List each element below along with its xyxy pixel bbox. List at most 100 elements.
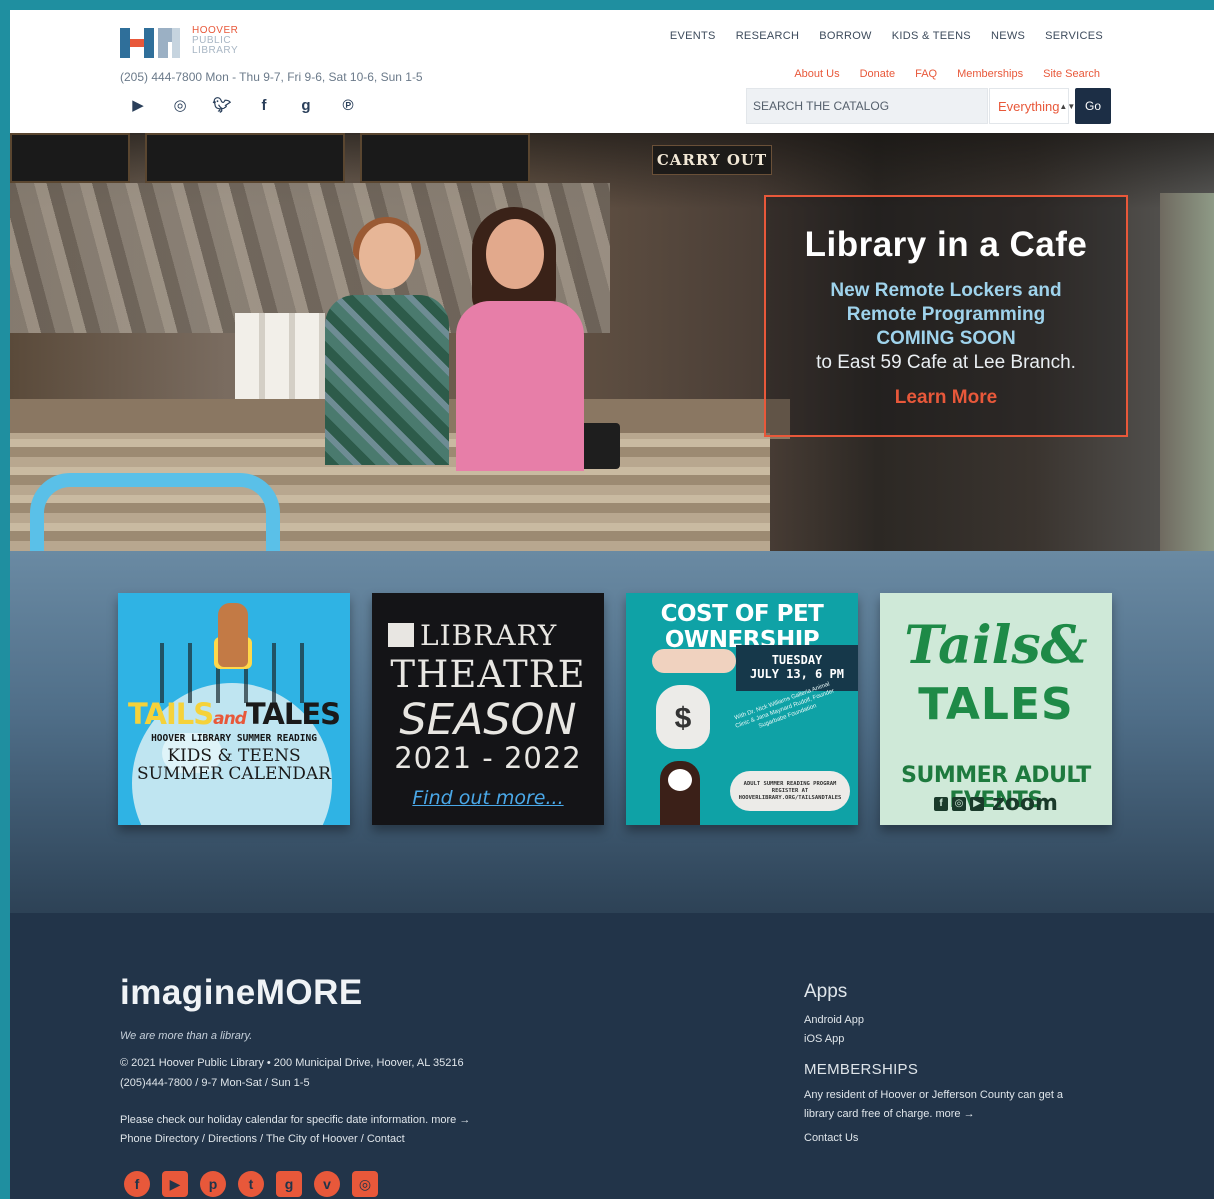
nav-research[interactable]: RESEARCH: [736, 30, 800, 42]
promo4-tails: Tails&: [904, 615, 1088, 676]
footer-phone-hours: (205)444-7800 / 9-7 Mon-Sat / Sun 1-5: [120, 1077, 310, 1089]
promo3-bone-line: REGISTER AT: [771, 788, 809, 794]
memberships-heading: MEMBERSHIPS: [804, 1061, 919, 1078]
catalog-search-input[interactable]: [746, 88, 988, 124]
logo-mark: [120, 28, 186, 58]
footer-social-links: f ▶ p t g v ◎: [124, 1171, 378, 1197]
promo-tails-and-tales-kids[interactable]: TAILSandTALES HOOVER LIBRARY SUMMER READ…: [118, 593, 350, 825]
nav-news[interactable]: NEWS: [991, 30, 1025, 42]
nav-faq[interactable]: FAQ: [915, 68, 937, 80]
site-logo[interactable]: HOOVER PUBLIC LIBRARY: [120, 24, 240, 62]
site-header: HOOVER PUBLIC LIBRARY (205) 444-7800 Mon…: [10, 10, 1214, 133]
promo2-find-out-more: Find out more...: [412, 787, 564, 809]
twitter-icon[interactable]: t: [238, 1171, 264, 1197]
pinterest-icon[interactable]: ℗: [338, 96, 358, 114]
goodreads-icon[interactable]: g: [276, 1171, 302, 1197]
theatre-logo-icon: [388, 623, 414, 647]
android-app-link[interactable]: Android App: [804, 1014, 864, 1026]
nav-events[interactable]: EVENTS: [670, 30, 716, 42]
hero-line: COMING SOON: [876, 328, 1016, 349]
menu-board: [360, 133, 530, 183]
twitter-icon[interactable]: 🐦︎: [212, 96, 232, 114]
menu-board: [10, 133, 130, 183]
promo1-headline: TAILSandTALES: [126, 699, 342, 734]
bear-illustration: [218, 603, 248, 667]
librarian-photo-2: [450, 207, 584, 533]
search-go-button[interactable]: Go: [1075, 88, 1111, 124]
hero-callout: Library in a Cafe New Remote Lockers and…: [764, 195, 1128, 437]
promo3-day: TUESDAY: [771, 653, 823, 667]
instagram-icon: ◎: [952, 796, 967, 811]
vimeo-icon[interactable]: v: [314, 1171, 340, 1197]
footer-copyright: © 2021 Hoover Public Library • 200 Munic…: [120, 1057, 464, 1069]
instagram-icon[interactable]: ◎: [170, 96, 190, 114]
promo1-word: and: [213, 709, 247, 729]
ios-app-link[interactable]: iOS App: [804, 1033, 844, 1045]
footer-brand: imagineMORE: [120, 973, 363, 1012]
memberships-text[interactable]: Any resident of Hoover or Jefferson Coun…: [804, 1086, 1094, 1124]
city-of-hoover-link[interactable]: The City of Hoover: [266, 1133, 358, 1145]
librarian-photo-1: [325, 217, 449, 523]
search-scope-select[interactable]: Everything ▲▼: [989, 88, 1075, 124]
youtube-icon[interactable]: ▶: [162, 1171, 188, 1197]
logo-sub-library: LIBRARY: [192, 45, 239, 56]
search-scope-value: Everything: [998, 98, 1060, 114]
facebook-icon[interactable]: f: [124, 1171, 150, 1197]
learn-more-link[interactable]: Learn More: [895, 387, 997, 409]
instagram-icon[interactable]: ◎: [352, 1171, 378, 1197]
money-bag-icon: $: [656, 685, 710, 749]
utility-nav: About Us Donate FAQ Memberships Site Sea…: [794, 68, 1100, 80]
nav-kids-teens[interactable]: KIDS & TEENS: [892, 30, 971, 42]
select-arrows-icon: ▲▼: [1059, 101, 1076, 111]
contact-us-link[interactable]: Contact Us: [804, 1132, 858, 1144]
promo-tails-and-tales-adult[interactable]: Tails& TALES SUMMER ADULT EVENTS f ◎ ▶ z…: [880, 593, 1112, 825]
promo1-calendar-text: KIDS & TEENS SUMMER CALENDAR: [118, 747, 350, 783]
cup-stack: [235, 313, 325, 403]
promo2-line: LIBRARY: [388, 619, 598, 652]
main-nav: EVENTS RESEARCH BORROW KIDS & TEENS NEWS…: [670, 30, 1103, 42]
apps-list: Android App iOS App: [804, 1011, 864, 1049]
site-footer: imagineMORE We are more than a library. …: [10, 913, 1214, 1199]
hero-description: New Remote Lockers and Remote Programmin…: [766, 279, 1126, 375]
apps-heading: Apps: [804, 981, 848, 1002]
promo-cost-of-pet-ownership[interactable]: COST OF PET OWNERSHIP TUESDAY JULY 13, 6…: [626, 593, 858, 825]
hero-title: Library in a Cafe: [804, 225, 1088, 264]
nav-site-search[interactable]: Site Search: [1043, 68, 1100, 80]
promo1-word: TAILS: [127, 697, 214, 731]
promo3-bone-line: HOOVERLIBRARY.ORG/TAILSANDTALES: [738, 795, 842, 801]
background-window: [1160, 193, 1214, 551]
promo-tiles: TAILSandTALES HOOVER LIBRARY SUMMER READ…: [10, 551, 1214, 913]
logo-text: HOOVER PUBLIC LIBRARY: [192, 26, 242, 56]
nav-about-us[interactable]: About Us: [794, 68, 839, 80]
pinterest-icon[interactable]: p: [200, 1171, 226, 1197]
menu-board: [145, 133, 345, 183]
nav-borrow[interactable]: BORROW: [819, 30, 872, 42]
phone-directory-link[interactable]: Phone Directory: [120, 1133, 199, 1145]
hero-banner[interactable]: CARRY OUT Library in a Cafe New Remote L…: [10, 133, 1214, 551]
promo-library-theatre[interactable]: LIBRARY THEATRE SEASON 2021 - 2022 Find …: [372, 593, 604, 825]
catalog-search: Everything ▲▼ Go: [746, 88, 1112, 124]
promo3-bone-line: ADULT SUMMER READING PROGRAM: [743, 781, 837, 787]
hours-text: (205) 444-7800 Mon - Thu 9-7, Fri 9-6, S…: [120, 70, 423, 84]
hero-line: Remote Programming: [846, 304, 1046, 325]
nav-memberships[interactable]: Memberships: [957, 68, 1023, 80]
zoom-logo: zoom: [992, 791, 1058, 816]
directions-link[interactable]: Directions: [208, 1133, 257, 1145]
bone-illustration: ADULT SUMMER READING PROGRAM REGISTER AT…: [730, 771, 850, 811]
nav-services[interactable]: SERVICES: [1045, 30, 1103, 42]
goodreads-icon[interactable]: g: [296, 96, 316, 114]
hand-illustration: [652, 649, 736, 673]
facebook-icon[interactable]: f: [254, 96, 274, 114]
carry-out-sign: CARRY OUT: [652, 145, 772, 175]
youtube-icon[interactable]: ▶: [128, 96, 148, 114]
holiday-calendar-link[interactable]: Please check our holiday calendar for sp…: [120, 1114, 470, 1126]
promo2-line: 2021 - 2022: [394, 741, 582, 775]
hero-line: New Remote Lockers and: [830, 280, 1062, 301]
nav-donate[interactable]: Donate: [860, 68, 895, 80]
hero-line: to East 59 Cafe at Lee Branch.: [816, 352, 1076, 373]
page: HOOVER PUBLIC LIBRARY (205) 444-7800 Mon…: [10, 10, 1214, 1199]
promo4-platforms: f ◎ ▶ zoom: [880, 791, 1112, 816]
contact-link[interactable]: Contact: [367, 1133, 405, 1145]
promo4-tales: TALES: [918, 679, 1074, 730]
paw-icon: [668, 769, 692, 791]
